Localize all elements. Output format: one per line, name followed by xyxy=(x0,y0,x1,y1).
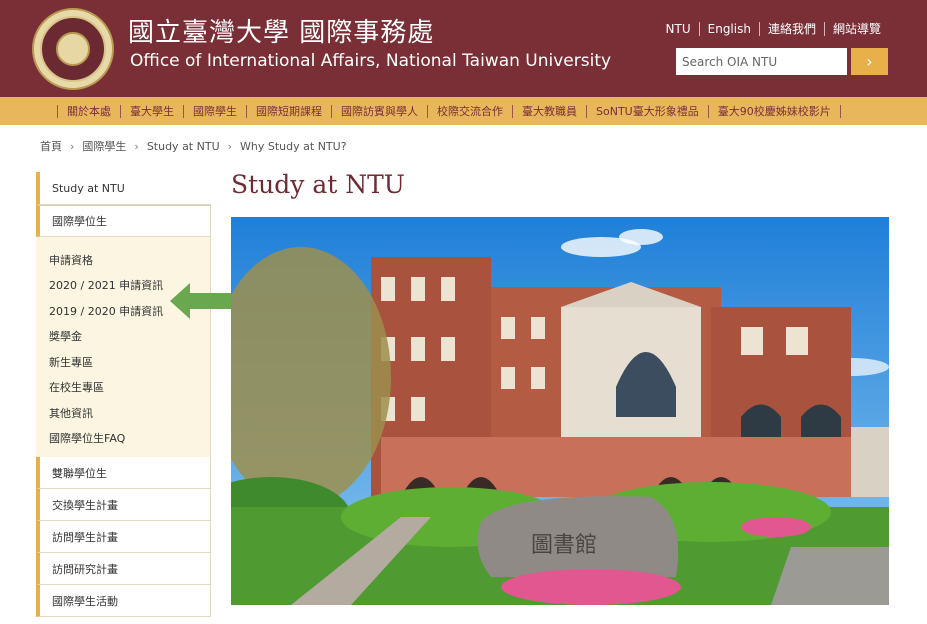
toplink-sitemap[interactable]: 網站導覽 xyxy=(825,20,889,37)
breadcrumb-separator-icon: › xyxy=(70,139,75,153)
nav-label[interactable]: SoNTU臺大形象禮品 xyxy=(596,103,699,119)
search-input[interactable] xyxy=(676,48,847,75)
nav-label[interactable]: 臺大學生 xyxy=(130,103,174,119)
sidebar-item-visiting-research[interactable]: 訪問研究計畫 xyxy=(36,553,211,585)
toplink-contact[interactable]: 連絡我們 xyxy=(760,20,824,37)
sidebar-item-activities[interactable]: 國際學生活動 xyxy=(36,585,211,617)
chevron-right-icon: › xyxy=(866,52,873,71)
nav-item-about[interactable]: 關於本處 xyxy=(48,103,111,119)
nav-item-ntu-students[interactable]: 臺大學生 xyxy=(111,103,174,119)
sidebar-item-exchange[interactable]: 交換學生計畫 xyxy=(36,489,211,521)
divider xyxy=(246,104,247,118)
site-header: 國立臺灣大學 國際事務處 Office of International Aff… xyxy=(0,0,927,97)
logo-ring xyxy=(40,16,106,82)
divider xyxy=(512,104,513,118)
breadcrumb-separator-icon: › xyxy=(227,139,233,153)
submenu-item-faq[interactable]: 國際學位生FAQ xyxy=(49,426,210,452)
nav-item-short-programs[interactable]: 國際短期課程 xyxy=(237,103,322,119)
breadcrumb-current: Why Study at NTU? xyxy=(240,139,347,153)
divider xyxy=(839,104,841,118)
nav-label[interactable]: 國際訪賓與學人 xyxy=(341,103,418,119)
nav-label[interactable]: 校際交流合作 xyxy=(437,103,503,119)
divider xyxy=(707,104,709,118)
breadcrumb: 首頁 › 國際學生 › Study at NTU › Why Study at … xyxy=(40,138,347,154)
divider xyxy=(586,104,587,118)
ntu-logo[interactable] xyxy=(32,8,114,90)
nav-label[interactable]: 國際學生 xyxy=(193,103,237,119)
sidebar-item-degree-students[interactable]: 國際學位生 xyxy=(36,205,211,237)
submenu-item-eligibility[interactable]: 申請資格 xyxy=(49,247,210,273)
nav-label[interactable]: 臺大90校慶姊妹校影片 xyxy=(718,103,831,119)
submenu-item-current-students[interactable]: 在校生專區 xyxy=(49,375,210,401)
divider xyxy=(120,104,121,118)
breadcrumb-international-students[interactable]: 國際學生 xyxy=(82,138,126,154)
breadcrumb-home[interactable]: 首頁 xyxy=(40,138,62,154)
submenu-item-new-students[interactable]: 新生專區 xyxy=(49,349,210,375)
hero-sign-text: 圖書館 xyxy=(531,533,597,558)
nav-item-cooperation[interactable]: 校際交流合作 xyxy=(418,103,503,119)
sidebar-item-dual-degree[interactable]: 雙聯學位生 xyxy=(36,457,211,489)
sidebar-submenu: 申請資格 2020 / 2021 申請資訊 2019 / 2020 申請資訊 獎… xyxy=(36,237,211,457)
submenu-item-other-info[interactable]: 其他資訊 xyxy=(49,400,210,426)
divider xyxy=(331,104,332,118)
nav-label[interactable]: 關於本處 xyxy=(67,103,111,119)
divider xyxy=(183,104,184,118)
breadcrumb-study-at-ntu[interactable]: Study at NTU xyxy=(147,140,220,153)
toplink-english[interactable]: English xyxy=(700,22,759,36)
submenu-item-scholarships[interactable]: 獎學金 xyxy=(49,324,210,350)
nav-label[interactable]: 國際短期課程 xyxy=(256,103,322,119)
main-nav: 關於本處 臺大學生 國際學生 國際短期課程 國際訪賓與學人 校際交流合作 臺大教… xyxy=(0,97,927,125)
sidebar: Study at NTU 國際學位生 申請資格 2020 / 2021 申請資訊… xyxy=(36,172,211,617)
sidebar-item-study-at-ntu[interactable]: Study at NTU xyxy=(36,172,211,205)
breadcrumb-separator-icon: › xyxy=(134,139,139,153)
nav-item-anniversary-video[interactable]: 臺大90校慶姊妹校影片 xyxy=(699,103,850,119)
nav-item-sontu[interactable]: SoNTU臺大形象禮品 xyxy=(577,103,699,119)
page-title: Study at NTU xyxy=(231,170,405,199)
top-links: NTU English 連絡我們 網站導覽 xyxy=(658,20,889,37)
nav-item-faculty-staff[interactable]: 臺大教職員 xyxy=(503,103,577,119)
search-button[interactable]: › xyxy=(851,48,888,75)
nav-label[interactable]: 臺大教職員 xyxy=(522,103,577,119)
site-title-chinese[interactable]: 國立臺灣大學 國際事務處 xyxy=(128,12,434,49)
logo-emblem xyxy=(56,32,90,66)
divider xyxy=(427,104,428,118)
toplink-ntu[interactable]: NTU xyxy=(658,22,699,36)
divider xyxy=(57,104,58,118)
nav-item-visitors-scholars[interactable]: 國際訪賓與學人 xyxy=(322,103,418,119)
nav-item-international-students[interactable]: 國際學生 xyxy=(174,103,237,119)
hero-image-library: 圖書館 xyxy=(231,217,889,605)
site-title-english[interactable]: Office of International Affairs, Nationa… xyxy=(130,51,611,71)
sidebar-item-visiting-student[interactable]: 訪問學生計畫 xyxy=(36,521,211,553)
